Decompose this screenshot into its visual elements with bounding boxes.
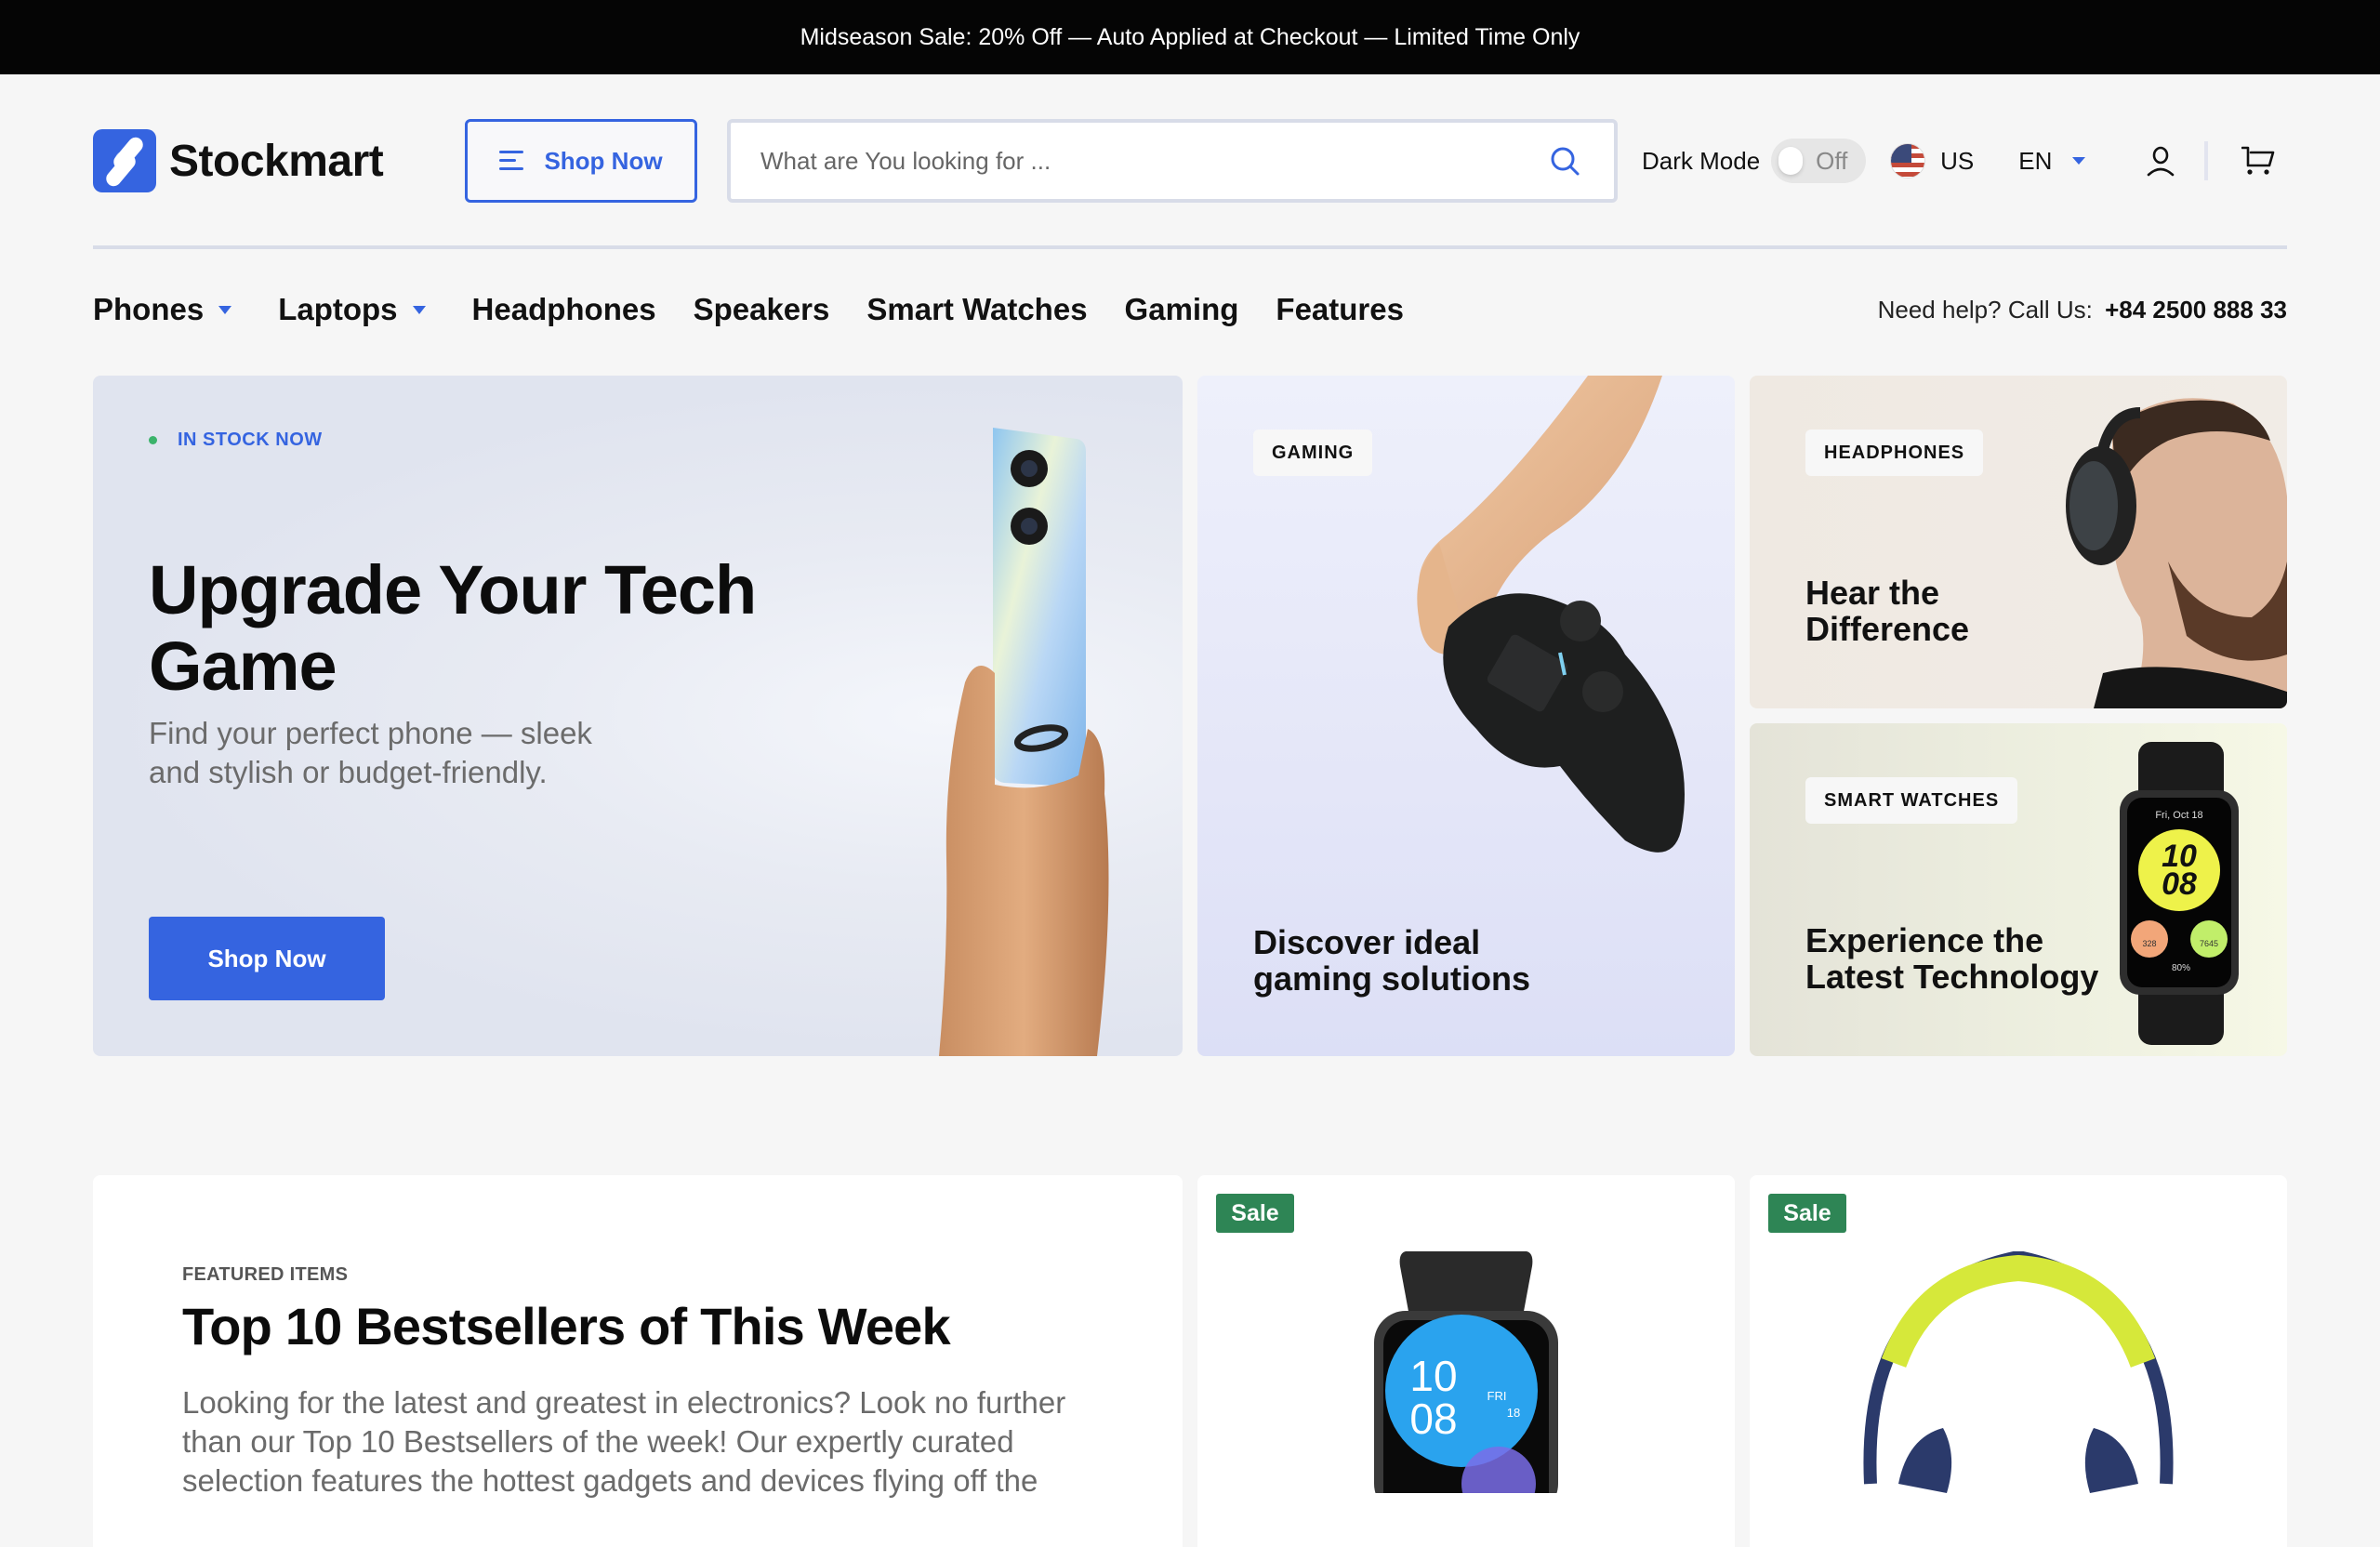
watch-battery: 80% xyxy=(2172,963,2190,973)
dark-mode-label: Dark Mode xyxy=(1642,146,1761,175)
product-card[interactable]: Sale 10 08 FRI 18 xyxy=(1197,1175,1735,1547)
promo-title: Discover ideal gaming solutions xyxy=(1253,923,1531,998)
promo-card-smart-watches[interactable]: Fri, Oct 18 10 08 328 7645 80% SMART WAT… xyxy=(1750,723,2287,1056)
announcement-text: Midseason Sale: 20% Off — Auto Applied a… xyxy=(800,23,1580,50)
chevron-down-icon xyxy=(412,305,426,314)
search-input[interactable] xyxy=(760,123,1523,199)
help-label: Need help? Call Us: xyxy=(1877,296,2093,324)
nav-label: Speakers xyxy=(693,292,830,326)
promo-title: Hear the Difference xyxy=(1805,574,1970,648)
watch-calories: 328 xyxy=(2142,939,2156,948)
product-image-headphones xyxy=(1863,1251,2174,1493)
sale-badge: Sale xyxy=(1768,1194,1846,1233)
promo-title: Experience the Latest Technology xyxy=(1805,921,2099,996)
dark-mode-state: Off xyxy=(1816,146,1848,175)
nav-label: Headphones xyxy=(471,292,656,326)
hero-banner: IN STOCK NOW Upgrade Your Tech Game Find… xyxy=(93,376,1183,1056)
hero-shop-now-button[interactable]: Shop Now xyxy=(149,917,385,1000)
divider xyxy=(2204,141,2209,180)
help-contact: Need help? Call Us: +84 2500 888 33 xyxy=(1878,296,2287,324)
main-nav: Phones Laptops Headphones Speakers Smart… xyxy=(93,284,1441,336)
featured-eyebrow: FEATURED ITEMS xyxy=(182,1264,349,1285)
nav-label: Phones xyxy=(93,292,205,326)
watch-hour: 10 xyxy=(1409,1352,1457,1400)
promo-card-headphones[interactable]: HEADPHONES Hear the Difference xyxy=(1750,376,2287,708)
smart-watch-image: Fri, Oct 18 10 08 328 7645 80% xyxy=(2114,742,2244,1045)
featured-title: Top 10 Bestsellers of This Week xyxy=(182,1297,951,1355)
nav-item-phones[interactable]: Phones xyxy=(93,292,232,327)
nav-item-smart-watches[interactable]: Smart Watches xyxy=(866,292,1087,327)
featured-section: FEATURED ITEMS Top 10 Bestsellers of Thi… xyxy=(93,1175,1183,1547)
dark-mode-toggle[interactable]: Off xyxy=(1771,139,1867,183)
watch-steps: 7645 xyxy=(2200,939,2218,948)
watch-minute: 08 xyxy=(1409,1395,1457,1443)
watch-day: FRI xyxy=(1488,1389,1507,1403)
nav-item-laptops[interactable]: Laptops xyxy=(278,292,426,327)
cart-icon[interactable] xyxy=(2241,145,2275,177)
category-tag: GAMING xyxy=(1253,430,1373,476)
in-stock-badge: IN STOCK NOW xyxy=(149,430,323,451)
header: Stockmart Shop Now Dark Mode Off US EN xyxy=(93,74,2287,249)
watch-minute: 08 xyxy=(2162,866,2197,902)
logo-text: Stockmart xyxy=(169,136,384,186)
logo[interactable]: Stockmart xyxy=(93,129,384,192)
announcement-bar: Midseason Sale: 20% Off — Auto Applied a… xyxy=(0,0,2380,74)
nav-label: Smart Watches xyxy=(866,292,1088,326)
shop-now-menu-label: Shop Now xyxy=(544,146,663,175)
nav-item-features[interactable]: Features xyxy=(1276,292,1404,327)
nav-item-gaming[interactable]: Gaming xyxy=(1125,292,1239,327)
chevron-down-icon xyxy=(218,305,232,314)
phone-in-hand-image xyxy=(939,428,1109,1056)
watch-date: Fri, Oct 18 xyxy=(2155,810,2202,821)
hero-subtitle: Find your perfect phone — sleek and styl… xyxy=(149,716,592,789)
user-icon[interactable] xyxy=(2147,145,2175,177)
in-stock-text: IN STOCK NOW xyxy=(178,430,323,450)
region-selector[interactable]: US xyxy=(1940,147,1974,176)
category-tag: SMART WATCHES xyxy=(1805,777,2018,824)
toggle-knob xyxy=(1778,147,1804,175)
watch-date: 18 xyxy=(1507,1406,1520,1420)
header-tools: Dark Mode Off US EN xyxy=(1642,119,2275,203)
featured-description: Looking for the latest and greatest in e… xyxy=(182,1385,1066,1498)
man-with-headphones-image xyxy=(2066,398,2287,708)
product-card[interactable]: Sale xyxy=(1750,1175,2287,1547)
nav-item-headphones[interactable]: Headphones xyxy=(472,292,656,327)
sale-badge: Sale xyxy=(1216,1194,1294,1233)
menu-icon xyxy=(499,151,524,171)
promo-card-gaming[interactable]: GAMING Discover ideal gaming solutions xyxy=(1197,376,1735,1056)
product-image-smart-watch: 10 08 FRI 18 xyxy=(1374,1251,1558,1493)
logo-icon xyxy=(93,129,156,192)
nav-label: Features xyxy=(1276,292,1404,326)
flag-us-icon[interactable] xyxy=(1890,143,1926,178)
help-phone-link[interactable]: +84 2500 888 33 xyxy=(2105,296,2287,324)
nav-label: Gaming xyxy=(1124,292,1239,326)
nav-item-speakers[interactable]: Speakers xyxy=(694,292,830,327)
status-dot-icon xyxy=(149,436,157,444)
search-box xyxy=(727,119,1618,203)
nav-label: Laptops xyxy=(278,292,398,326)
language-selector[interactable]: EN xyxy=(2018,147,2052,176)
category-tag: HEADPHONES xyxy=(1805,430,1984,476)
hero-title: Upgrade Your Tech Game xyxy=(149,551,757,705)
chevron-down-icon[interactable] xyxy=(2072,157,2086,165)
shop-now-menu-button[interactable]: Shop Now xyxy=(465,119,697,203)
search-icon[interactable] xyxy=(1549,145,1580,177)
